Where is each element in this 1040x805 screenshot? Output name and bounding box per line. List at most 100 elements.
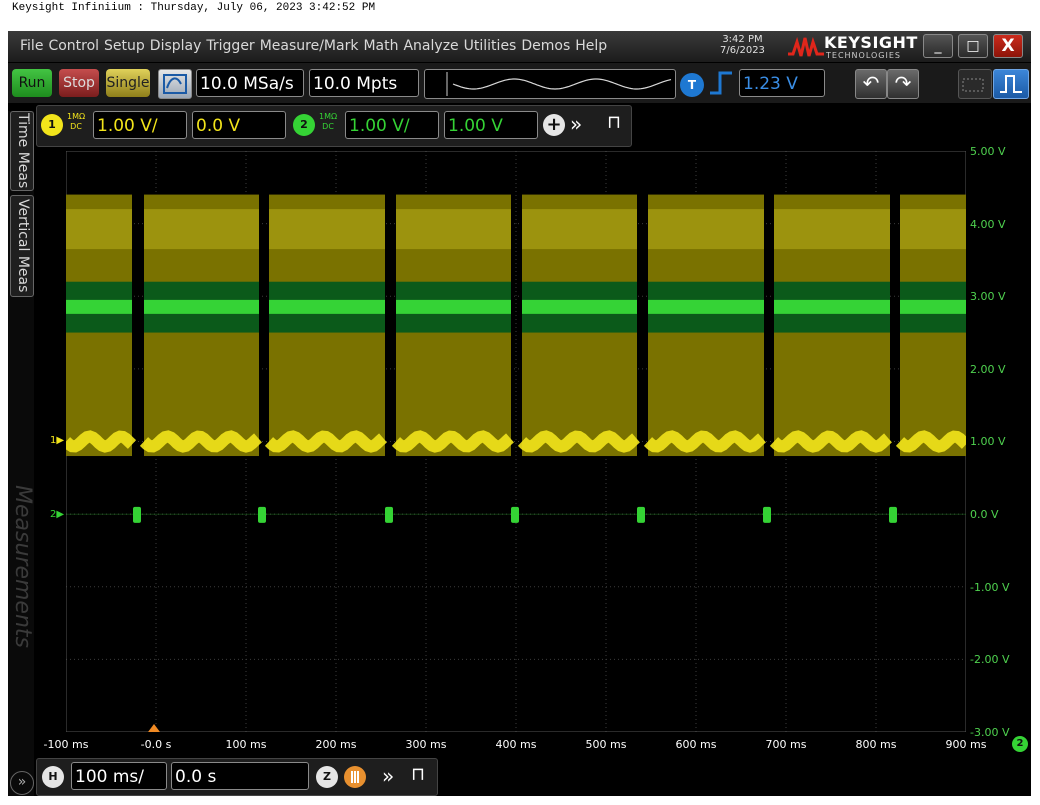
channel-2-offset-field[interactable]: 1.00 V <box>444 111 538 139</box>
voltage-label: 2.00 V <box>970 362 1006 376</box>
memory-depth-field[interactable]: 10.0 Mpts <box>309 69 419 97</box>
time-label: 500 ms <box>585 738 627 751</box>
time-label: -0.0 s <box>140 738 172 751</box>
menu-math[interactable]: Math <box>363 38 398 54</box>
channel-1-ground-marker[interactable]: 1▶ <box>50 435 64 446</box>
channel-2-ground-marker[interactable]: 2▶ <box>50 509 64 520</box>
horizontal-badge[interactable]: H <box>42 766 64 788</box>
time-label: 300 ms <box>405 738 447 751</box>
channel-1-offset-field[interactable]: 0.0 V <box>192 111 286 139</box>
channel-2-badge[interactable]: 2 <box>293 114 315 136</box>
pointer-tool-button[interactable] <box>993 69 1029 99</box>
channel-1-coupling: 1MΩ DC <box>67 112 85 132</box>
clock-date: 7/6/2023 <box>720 45 765 56</box>
zoom-tool-button[interactable] <box>958 69 992 99</box>
more-horizontal-button[interactable]: » <box>382 764 394 788</box>
time-label: 800 ms <box>855 738 897 751</box>
waveform-overview[interactable] <box>424 69 676 99</box>
minimize-button[interactable]: _ <box>923 34 953 58</box>
measurements-panel-label: Measurements <box>10 484 35 648</box>
trigger-badge[interactable]: T <box>680 73 704 97</box>
time-label: 700 ms <box>765 738 807 751</box>
maximize-button[interactable]: □ <box>958 34 988 58</box>
sample-rate-field[interactable]: 10.0 MSa/s <box>196 69 304 97</box>
time-meas-tab[interactable]: Time Meas <box>10 111 34 191</box>
menu-bar: File Control Setup Display Trigger Measure/Ma… <box>8 31 1031 62</box>
voltage-label: 0.0 V <box>970 508 999 521</box>
menu-display[interactable]: Display <box>150 38 202 54</box>
time-label: 100 ms <box>225 738 267 751</box>
stop-button[interactable]: Stop <box>59 69 99 97</box>
menu-utilities[interactable]: Utilities <box>464 38 517 54</box>
ch2-pulse <box>511 506 519 523</box>
channel-2-coupling: 1MΩ DC <box>319 112 337 132</box>
side-panel: Time Meas Vertical Meas Measurements <box>8 111 35 796</box>
trigger-position-marker[interactable] <box>148 724 160 732</box>
brand-sub: TECHNOLOGIES <box>826 51 901 60</box>
single-button[interactable]: Single <box>106 69 150 97</box>
horizontal-pin-button[interactable]: ⊓ <box>411 764 425 785</box>
channel-1-impedance: 1MΩ <box>67 112 86 121</box>
ch2-core <box>522 299 637 314</box>
menu-help[interactable]: Help <box>575 38 607 54</box>
toolbar: Run Stop Single 10.0 MSa/s 10.0 Mpts T 1… <box>8 63 1031 103</box>
voltage-label: 4.00 V <box>970 217 1006 231</box>
add-channel-button[interactable]: + <box>543 114 565 136</box>
trigger-edge-icon[interactable] <box>708 69 734 97</box>
time-label: 900 ms <box>945 738 987 751</box>
menu-demos[interactable]: Demos <box>521 38 570 54</box>
segments-button[interactable] <box>344 766 366 788</box>
segments-icon <box>351 771 359 783</box>
menu-trigger[interactable]: Trigger <box>206 38 254 54</box>
ch2-pulse <box>889 506 897 523</box>
channel-bar: 1 1MΩ DC 1.00 V/ 0.0 V 2 1MΩ DC 1.00 V/ 1.… <box>36 105 632 147</box>
ch2-core <box>648 299 764 314</box>
undo-button[interactable]: ↶ <box>855 69 887 99</box>
time-scale-field[interactable]: 100 ms/ <box>71 762 167 790</box>
trigger-level-field[interactable]: 1.23 V <box>739 69 825 97</box>
time-position-field[interactable]: 0.0 s <box>171 762 309 790</box>
clock: 3:42 PM 7/6/2023 <box>720 34 765 56</box>
channel-2-impedance: 1MΩ <box>319 112 338 121</box>
time-label: 400 ms <box>495 738 537 751</box>
run-button[interactable]: Run <box>12 69 52 97</box>
channel-1-coupling-mode: DC <box>70 122 82 131</box>
channel-2-scale-field[interactable]: 1.00 V/ <box>345 111 439 139</box>
voltage-label: -1.00 V <box>970 580 1010 594</box>
brand-name: KEYSIGHT <box>824 33 918 52</box>
autoscale-button[interactable] <box>158 69 192 99</box>
waveform-display[interactable] <box>66 151 966 732</box>
clock-time: 3:42 PM <box>722 34 763 45</box>
ch2-pulse <box>258 506 266 523</box>
menu-analyze[interactable]: Analyze <box>403 38 458 54</box>
ch2-pulse <box>763 506 771 523</box>
ch2-core <box>144 299 259 314</box>
expand-panel-button[interactable]: » <box>10 771 34 795</box>
undo-icon: ↶ <box>862 71 880 95</box>
grid-status-badge: 2 <box>1012 736 1028 752</box>
close-button[interactable]: X <box>993 34 1023 58</box>
channel-1-scale-field[interactable]: 1.00 V/ <box>93 111 187 139</box>
horizontal-bar: H 100 ms/ 0.0 s Z » ⊓ <box>36 758 438 796</box>
ch2-pulse <box>637 506 645 523</box>
menu-setup[interactable]: Setup <box>104 38 145 54</box>
ch1-high-band <box>66 209 132 250</box>
zoom-box-icon <box>962 78 984 92</box>
menu-measure-mark[interactable]: Measure/Mark <box>260 38 359 54</box>
vertical-meas-tab[interactable]: Vertical Meas <box>10 195 34 297</box>
channel-1-badge[interactable]: 1 <box>41 114 63 136</box>
channel-2-coupling-mode: DC <box>322 122 334 131</box>
time-label: -100 ms <box>43 738 89 751</box>
redo-button[interactable]: ↷ <box>887 69 919 99</box>
pin-button[interactable]: ⊓ <box>607 112 621 133</box>
ch2-core <box>396 299 511 314</box>
menu-control[interactable]: Control <box>48 38 99 54</box>
ch1-high-band <box>648 209 764 250</box>
ch2-core <box>269 299 385 314</box>
voltage-label: 3.00 V <box>970 290 1006 304</box>
ch1-high-band <box>774 209 890 250</box>
menu-file[interactable]: File <box>20 38 43 54</box>
voltage-label: 1.00 V <box>970 435 1006 449</box>
zoom-button[interactable]: Z <box>316 766 338 788</box>
more-channels-button[interactable]: » <box>570 112 582 136</box>
